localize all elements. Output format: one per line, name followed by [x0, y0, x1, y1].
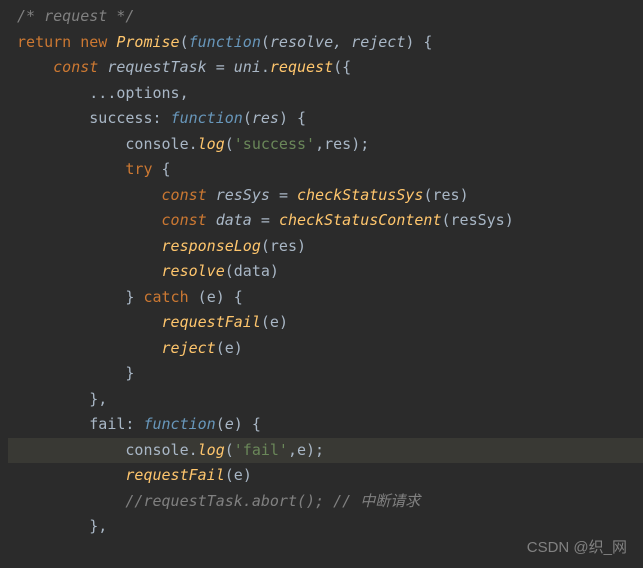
- code-line: fail: function(e) {: [8, 412, 643, 438]
- code-line: requestFail(e): [8, 310, 643, 336]
- code-line: return new Promise(function(resolve, rej…: [8, 30, 643, 56]
- code-line: success: function(res) {: [8, 106, 643, 132]
- code-line: const data = checkStatusContent(resSys): [8, 208, 643, 234]
- comment: /* request */: [17, 7, 134, 25]
- code-line: } catch (e) {: [8, 285, 643, 311]
- code-line: console.log('success',res);: [8, 132, 643, 158]
- code-line: },: [8, 387, 643, 413]
- code-line-highlighted: console.log('fail',e);: [8, 438, 643, 464]
- code-line: }: [8, 361, 643, 387]
- code-line: try {: [8, 157, 643, 183]
- code-line: },: [8, 514, 643, 540]
- code-line: responseLog(res): [8, 234, 643, 260]
- code-line: reject(e): [8, 336, 643, 362]
- code-line: requestFail(e): [8, 463, 643, 489]
- code-editor[interactable]: /* request */ return new Promise(functio…: [0, 4, 643, 540]
- code-line: const resSys = checkStatusSys(res): [8, 183, 643, 209]
- code-line: /* request */: [8, 4, 643, 30]
- code-line: const requestTask = uni.request({: [8, 55, 643, 81]
- code-line: resolve(data): [8, 259, 643, 285]
- code-line: ...options,: [8, 81, 643, 107]
- code-line: //requestTask.abort(); // 中断请求: [8, 489, 643, 515]
